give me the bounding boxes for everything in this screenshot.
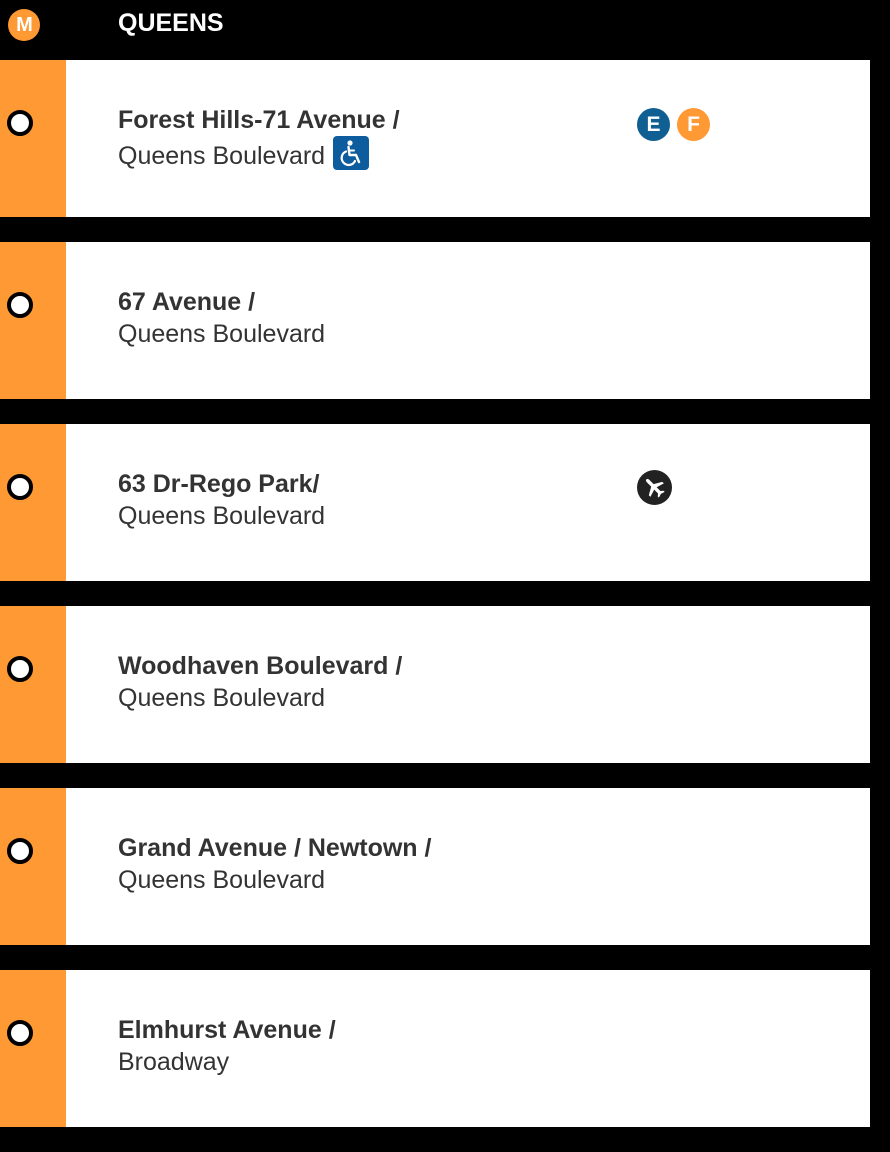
- station-list: Forest Hills-71 Avenue / Queens Boulevar…: [0, 60, 890, 1152]
- transfer-services: E F: [637, 108, 710, 141]
- f-train-bullet[interactable]: F: [677, 108, 710, 141]
- borough-header: M QUEENS: [0, 0, 890, 60]
- station-text: Grand Avenue / Newtown / Queens Boulevar…: [118, 832, 431, 896]
- station-street: Queens Boulevard: [118, 502, 326, 530]
- station-text: 63 Dr-Rego Park/ Queens Boulevard: [118, 468, 325, 532]
- station-street: Queens Boulevard: [118, 866, 326, 894]
- line-strip: [0, 60, 66, 217]
- station-name: 67 Avenue /: [118, 288, 256, 316]
- stop-dot-icon: [7, 474, 33, 500]
- line-strip: [0, 606, 66, 763]
- stop-dot-icon: [7, 292, 33, 318]
- stop-dot-icon: [7, 1020, 33, 1046]
- line-strip: [0, 242, 66, 399]
- station-row[interactable]: Woodhaven Boulevard / Queens Boulevard: [0, 606, 870, 763]
- station-name: Woodhaven Boulevard /: [118, 652, 403, 680]
- station-name: 63 Dr-Rego Park/: [118, 470, 320, 498]
- station-text: Forest Hills-71 Avenue / Queens Boulevar…: [118, 104, 400, 172]
- station-name: Elmhurst Avenue /: [118, 1016, 336, 1044]
- station-name: Forest Hills-71 Avenue /: [118, 106, 400, 134]
- station-text: Elmhurst Avenue / Broadway: [118, 1014, 336, 1078]
- borough-title: QUEENS: [118, 9, 224, 37]
- e-train-bullet[interactable]: E: [637, 108, 670, 141]
- line-strip: [0, 970, 66, 1127]
- station-text: 67 Avenue / Queens Boulevard: [118, 286, 325, 350]
- airplane-icon: [637, 470, 672, 505]
- station-row[interactable]: Elmhurst Avenue / Broadway: [0, 970, 870, 1127]
- station-row[interactable]: Grand Avenue / Newtown / Queens Boulevar…: [0, 788, 870, 945]
- station-street: Queens Boulevard: [118, 320, 326, 348]
- station-text: Woodhaven Boulevard / Queens Boulevard: [118, 650, 402, 714]
- station-street: Broadway: [118, 1048, 230, 1076]
- wheelchair-icon: [333, 136, 370, 170]
- station-street: Queens Boulevard: [118, 142, 326, 170]
- station-street: Queens Boulevard: [118, 684, 326, 712]
- station-row[interactable]: 63 Dr-Rego Park/ Queens Boulevard: [0, 424, 870, 581]
- station-name: Grand Avenue / Newtown /: [118, 834, 432, 862]
- stop-dot-icon: [7, 656, 33, 682]
- station-row[interactable]: 67 Avenue / Queens Boulevard: [0, 242, 870, 399]
- m-line-badge: M: [8, 9, 40, 41]
- stop-dot-icon: [7, 110, 33, 136]
- line-strip: [0, 788, 66, 945]
- station-row[interactable]: Forest Hills-71 Avenue / Queens Boulevar…: [0, 60, 870, 217]
- line-strip: [0, 424, 66, 581]
- stop-dot-icon: [7, 838, 33, 864]
